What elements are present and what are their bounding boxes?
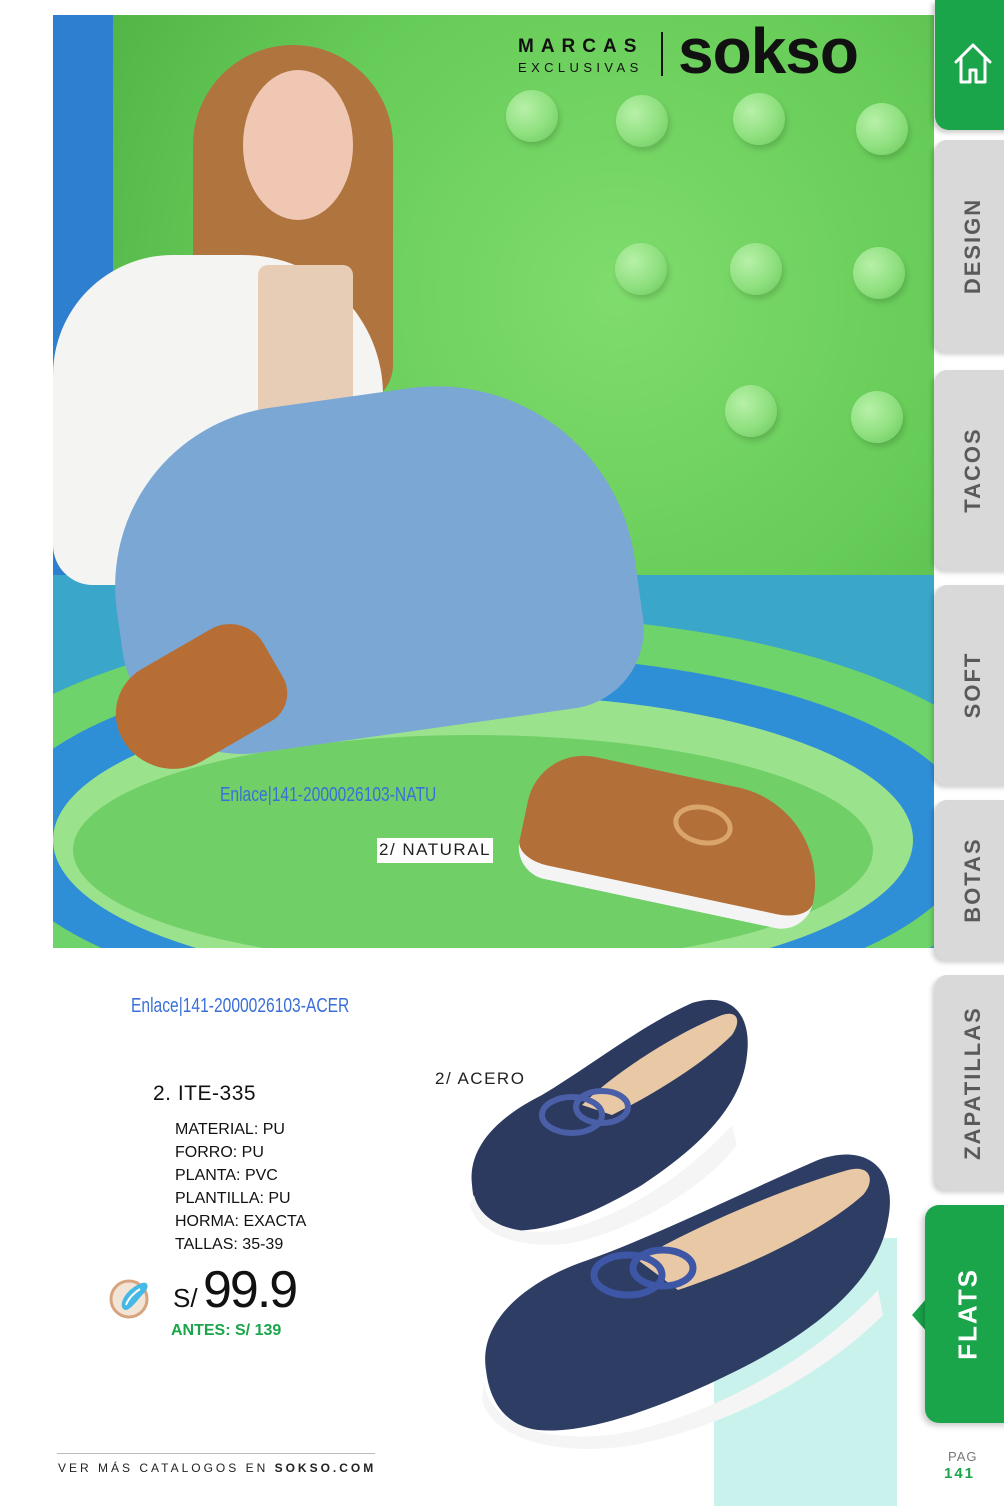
wall-dot bbox=[725, 385, 777, 437]
insole-icon bbox=[109, 1279, 149, 1319]
tab-label: TACOS bbox=[959, 427, 985, 513]
tab-flats[interactable]: FLATS bbox=[925, 1205, 1004, 1423]
brand-exclusivas: EXCLUSIVAS bbox=[518, 60, 643, 75]
wall-dot bbox=[616, 95, 668, 147]
price-value: 99.9 bbox=[203, 1261, 298, 1319]
tab-design[interactable]: DESIGN bbox=[935, 140, 1004, 352]
spec-item: MATERIAL: PU bbox=[175, 1121, 285, 1138]
product-specs: MATERIAL: PU FORRO: PU PLANTA: PVC PLANT… bbox=[175, 1118, 306, 1256]
tab-tacos[interactable]: TACOS bbox=[935, 370, 1004, 570]
footer-site-link[interactable]: SOKSO.COM bbox=[275, 1461, 377, 1475]
hero-color-tag: 2/ NATURAL bbox=[377, 838, 493, 863]
tab-label: SOFT bbox=[959, 651, 985, 719]
wall-dot bbox=[853, 247, 905, 299]
tab-zapatillas[interactable]: ZAPATILLAS bbox=[935, 975, 1004, 1190]
brand-divider bbox=[661, 32, 663, 76]
home-icon bbox=[954, 43, 992, 84]
page-label: PAG bbox=[948, 1449, 978, 1464]
tab-home[interactable] bbox=[935, 0, 1004, 130]
tab-label: BOTAS bbox=[959, 837, 985, 923]
tab-soft[interactable]: SOFT bbox=[935, 585, 1004, 785]
spec-item: FORRO: PU bbox=[175, 1144, 264, 1161]
hero-product-link[interactable]: Enlace|141-2000026103-NATU bbox=[220, 784, 436, 807]
tab-label: ZAPATILLAS bbox=[959, 1005, 985, 1160]
footer-catalog-text: VER MÁS CATALOGOS EN SOKSO.COM bbox=[58, 1461, 376, 1475]
brand-marcas: MARCAS bbox=[518, 36, 644, 57]
spec-item: PLANTA: PVC bbox=[175, 1167, 278, 1184]
hero-photo bbox=[53, 15, 934, 948]
wall-dot bbox=[730, 243, 782, 295]
model-face bbox=[243, 70, 353, 220]
shoe-acero-front bbox=[482, 1154, 890, 1449]
page-number: 141 bbox=[944, 1465, 976, 1482]
tab-label: DESIGN bbox=[959, 197, 985, 295]
footer-prefix: VER MÁS CATALOGOS EN bbox=[58, 1461, 275, 1475]
brand-logo: MARCAS EXCLUSIVAS sokso bbox=[518, 15, 898, 87]
wall-dot bbox=[851, 391, 903, 443]
wall-dot bbox=[615, 243, 667, 295]
spec-item: PLANTILLA: PU bbox=[175, 1190, 291, 1207]
product-code: 2. ITE-335 bbox=[153, 1082, 257, 1105]
product-link[interactable]: Enlace|141-2000026103-ACER bbox=[131, 995, 349, 1018]
wall-dot bbox=[506, 90, 558, 142]
spec-item: TALLAS: 35-39 bbox=[175, 1236, 284, 1253]
brand-wordmark: sokso bbox=[678, 15, 859, 87]
wall-dot bbox=[856, 103, 908, 155]
tab-botas[interactable]: BOTAS bbox=[935, 800, 1004, 960]
price-currency: S/ bbox=[173, 1283, 198, 1313]
price-before: ANTES: S/ 139 bbox=[171, 1322, 282, 1339]
footer-divider bbox=[57, 1453, 375, 1454]
spec-item: HORMA: EXACTA bbox=[175, 1213, 307, 1230]
wall-dot bbox=[733, 93, 785, 145]
tab-label: FLATS bbox=[952, 1268, 982, 1360]
